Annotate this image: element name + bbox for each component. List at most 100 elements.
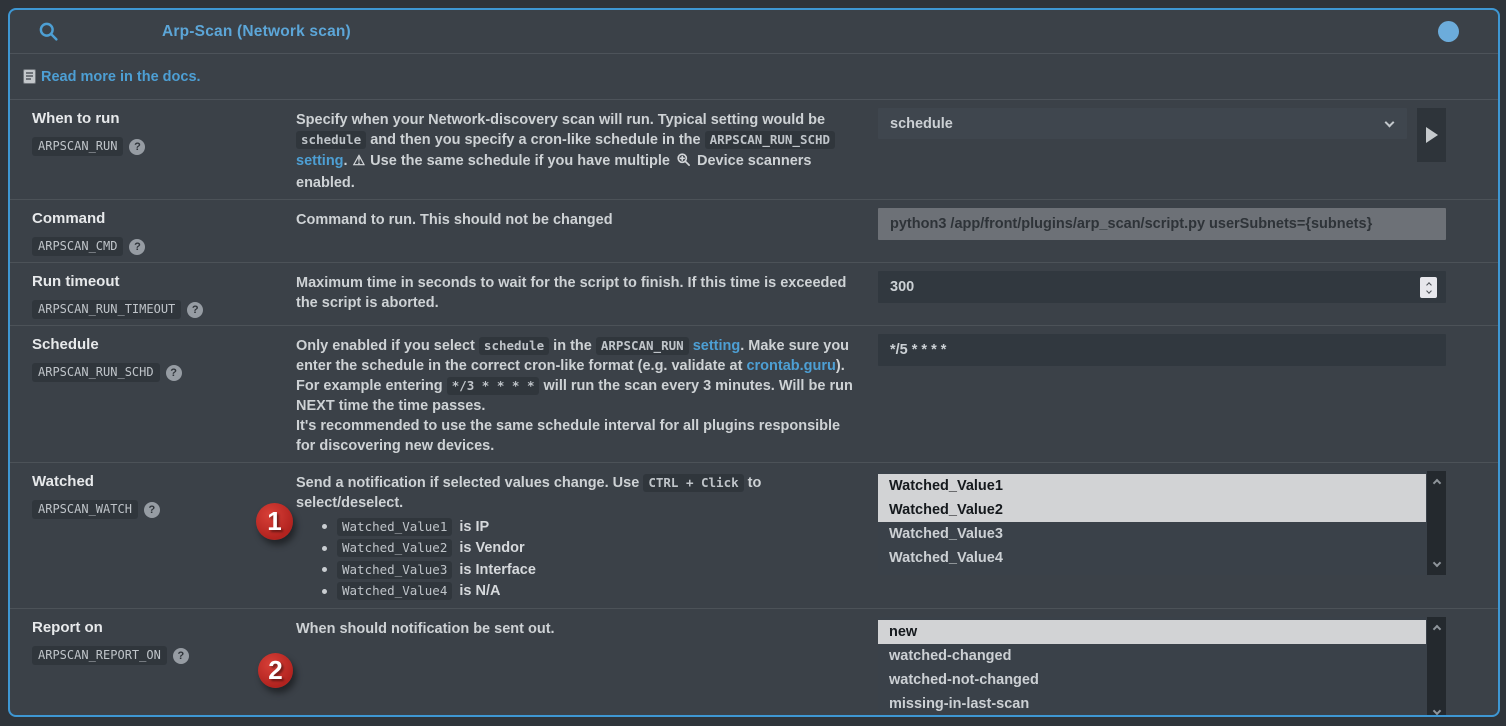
docs-link[interactable]: Read more in the docs. — [23, 69, 201, 85]
setting-title: Schedule — [32, 336, 296, 353]
option-Watched_Value4[interactable]: Watched_Value4 — [878, 546, 1426, 570]
chevron-up-icon — [1426, 282, 1432, 288]
setting-row-report-on: Report onARPSCAN_REPORT_ON?When should n… — [10, 609, 1498, 717]
inline-code: Watched_Value2 — [337, 539, 452, 557]
input-run-timeout[interactable] — [878, 271, 1446, 303]
bullet-text: is Interface — [459, 562, 536, 578]
setting-label-col: When to run ARPSCAN_RUN? — [10, 108, 296, 193]
docs-link-label: Read more in the docs. — [41, 69, 201, 85]
list-item: Watched_Value3 is Interface — [296, 559, 860, 581]
help-icon[interactable]: ? — [166, 365, 182, 381]
setting-code-line: ARPSCAN_REPORT_ON? — [32, 646, 296, 665]
inline-link[interactable]: setting — [296, 153, 344, 169]
book-icon — [23, 69, 36, 84]
setting-control: schedule — [878, 108, 1498, 193]
scroll-down-button[interactable] — [1427, 704, 1446, 717]
setting-label-col: Report onARPSCAN_REPORT_ON? — [10, 617, 296, 717]
help-icon[interactable]: ? — [173, 648, 189, 664]
text-segment: and then you specify a cron-like schedul… — [366, 132, 704, 148]
setting-row-schedule: Schedule ARPSCAN_RUN_SCHD? Only enabled if… — [10, 326, 1498, 463]
help-icon[interactable]: ? — [144, 502, 160, 518]
option-missing-in-last-scan[interactable]: missing-in-last-scan — [878, 692, 1426, 716]
search-plus-icon — [674, 152, 693, 173]
setting-key: ARPSCAN_RUN — [32, 137, 123, 156]
setting-description: When should notification be sent out. — [296, 617, 878, 717]
setting-row-run-timeout: Run timeoutARPSCAN_RUN_TIMEOUT?Maximum t… — [10, 263, 1498, 326]
select-with-run: schedule — [878, 108, 1446, 162]
list-item: Watched_Value4is N/A — [296, 581, 860, 603]
setting-label-col: CommandARPSCAN_CMD? — [10, 208, 296, 256]
bullet-text: is IP — [459, 519, 489, 535]
option-Watched_Value3[interactable]: Watched_Value3 — [878, 522, 1426, 546]
inline-code: ARPSCAN_RUN — [596, 337, 689, 355]
value-bullet-list: Watched_Value1is IPWatched_Value2is Vend… — [296, 516, 860, 602]
inline-code: */3 * * * * — [447, 377, 540, 395]
text-segment: in the — [549, 338, 596, 354]
description-text: Send a notification if selected values c… — [296, 473, 860, 513]
setting-row-watched: WatchedARPSCAN_WATCH?Send a notification… — [10, 463, 1498, 609]
inline-code: CTRL + Click — [643, 474, 743, 492]
bullet-dot — [322, 567, 327, 572]
setting-code-line: ARPSCAN_RUN_TIMEOUT? — [32, 300, 296, 319]
help-icon[interactable]: ? — [129, 139, 145, 155]
status-dot — [1438, 21, 1459, 42]
inline-code: ARPSCAN_RUN_SCHD — [705, 131, 835, 149]
text-segment: . — [344, 153, 352, 169]
option-Watched_Value1[interactable]: Watched_Value1 — [878, 474, 1426, 498]
plugin-settings-panel: Arp-Scan (Network scan) Read more in the… — [8, 8, 1500, 717]
text-segment: Only enabled if you select — [296, 338, 479, 354]
search-icon — [38, 21, 59, 42]
setting-row-command: CommandARPSCAN_CMD?Command to run. This … — [10, 200, 1498, 263]
multiselect-report-on: newwatched-changedwatched-not-changedmis… — [878, 617, 1446, 717]
option-list: newwatched-changedwatched-not-changedmis… — [878, 620, 1426, 716]
annotation-badge-2: 2 — [258, 653, 293, 688]
setting-description: Command to run. This should not be chang… — [296, 208, 878, 256]
inline-link[interactable]: setting — [693, 338, 741, 354]
input-command[interactable] — [878, 208, 1446, 240]
option-watched-changed[interactable]: watched-changed — [878, 644, 1426, 668]
help-icon[interactable]: ? — [187, 302, 203, 318]
chevron-up-icon — [1432, 625, 1440, 633]
multiselect-watched: Watched_Value1Watched_Value2Watched_Valu… — [878, 471, 1446, 575]
setting-title: Watched — [32, 473, 296, 490]
run-now-button[interactable] — [1417, 108, 1446, 162]
inline-code: schedule — [479, 337, 549, 355]
setting-title: When to run — [32, 110, 296, 127]
scroll-down-button[interactable] — [1427, 556, 1446, 574]
list-item: Watched_Value1 is IP — [296, 516, 860, 538]
annotation-badge-1: 1 — [256, 503, 293, 540]
inline-code: Watched_Value4 — [337, 582, 452, 600]
setting-key: ARPSCAN_RUN_TIMEOUT — [32, 300, 181, 319]
description-text: Maximum time in seconds to wait for the … — [296, 273, 860, 313]
option-Watched_Value2[interactable]: Watched_Value2 — [878, 498, 1426, 522]
setting-code-line: ARPSCAN_CMD? — [32, 237, 296, 256]
setting-key: ARPSCAN_REPORT_ON — [32, 646, 167, 665]
inline-code: Watched_Value1 — [337, 518, 452, 536]
text-segment: Specify when your Network-discovery scan… — [296, 112, 825, 128]
input-schedule[interactable] — [878, 334, 1446, 366]
option-new[interactable]: new — [878, 620, 1426, 644]
text-segment: Command to run. This should not be chang… — [296, 212, 613, 228]
inline-code: Watched_Value3 — [337, 561, 452, 579]
scroll-up-button[interactable] — [1427, 472, 1446, 490]
inline-link[interactable]: crontab.guru — [746, 358, 835, 374]
inline-code: schedule — [296, 131, 366, 149]
number-field — [878, 271, 1446, 303]
setting-control — [878, 334, 1498, 456]
text-segment: When should notification be sent out. — [296, 621, 555, 637]
option-watched-not-changed[interactable]: watched-not-changed — [878, 668, 1426, 692]
help-icon[interactable]: ? — [129, 239, 145, 255]
bullet-dot — [322, 524, 327, 529]
select-when-to-run[interactable]: schedule — [878, 108, 1407, 139]
setting-key: ARPSCAN_RUN_SCHD — [32, 363, 160, 382]
scrollbar — [1427, 471, 1446, 575]
setting-code-line: ARPSCAN_RUN? — [32, 137, 296, 156]
scroll-up-button[interactable] — [1427, 618, 1446, 636]
number-spinner[interactable] — [1420, 277, 1437, 298]
setting-description: Only enabled if you select schedule in t… — [296, 334, 878, 456]
setting-key: ARPSCAN_CMD — [32, 237, 123, 256]
setting-control: newwatched-changedwatched-not-changedmis… — [878, 617, 1498, 717]
chevron-down-icon — [1385, 118, 1395, 128]
setting-label-col: Schedule ARPSCAN_RUN_SCHD? — [10, 334, 296, 456]
setting-control — [878, 271, 1498, 319]
